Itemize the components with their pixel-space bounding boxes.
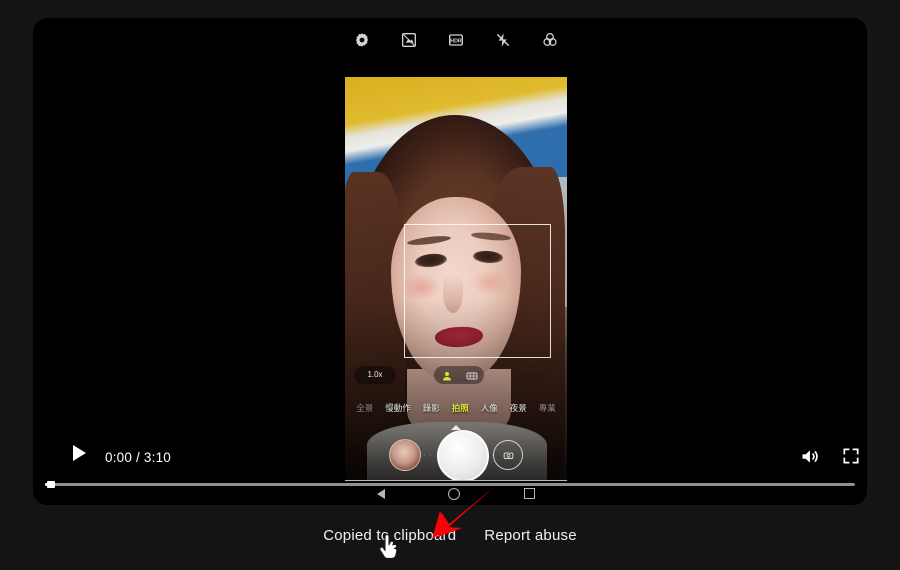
camera-mode-strip[interactable]: 全景 慢動作 錄影 拍照 人像 夜景 專業 <box>345 399 567 417</box>
flash-off-icon <box>495 32 511 48</box>
filters-icon <box>542 32 558 48</box>
fullscreen-icon <box>841 446 861 471</box>
nav-home-button[interactable] <box>448 487 461 500</box>
progress-bar[interactable] <box>45 481 855 488</box>
player-controls-bar: 0:00 / 3:10 <box>33 437 867 479</box>
camera-top-toolbar: HDR <box>345 18 567 62</box>
face-detection-box <box>404 224 551 358</box>
play-button[interactable] <box>73 445 86 461</box>
zoom-level-badge[interactable]: 1.0x <box>354 366 396 384</box>
camera-mode-1[interactable]: 慢動作 <box>385 402 411 414</box>
nav-recents-button[interactable] <box>524 488 536 499</box>
camera-mode-5[interactable]: 夜景 <box>510 402 527 414</box>
play-icon <box>73 445 86 461</box>
grid-effects-icon[interactable] <box>466 369 478 381</box>
portrait-beauty-icon[interactable] <box>441 369 453 381</box>
time-display: 0:00 / 3:10 <box>105 450 172 465</box>
video-frame: HDR 1.0x 全景 慢動作 錄影 拍照 人像 夜景 專業 · · · · <box>345 18 567 505</box>
progress-scrubber[interactable] <box>47 481 55 488</box>
volume-icon <box>799 446 820 472</box>
camera-mode-3[interactable]: 拍照 <box>452 402 469 414</box>
hdr-icon: HDR <box>448 32 464 48</box>
footer-links: Copied to clipboard Report abuse <box>0 527 900 544</box>
nav-back-button[interactable] <box>376 488 385 499</box>
copied-to-clipboard-link[interactable]: Copied to clipboard <box>323 527 456 544</box>
fullscreen-button[interactable] <box>841 446 861 471</box>
camera-chip-row: 1.0x <box>345 366 567 386</box>
page-root: HDR 1.0x 全景 慢動作 錄影 拍照 人像 夜景 專業 · · · · 0… <box>0 0 900 570</box>
svg-text:HDR: HDR <box>450 38 462 44</box>
quick-toggle-chips[interactable] <box>434 366 484 384</box>
camera-preview: 1.0x 全景 慢動作 錄影 拍照 人像 夜景 專業 · · · · <box>345 77 567 480</box>
report-abuse-link[interactable]: Report abuse <box>484 527 576 544</box>
camera-mode-6[interactable]: 專業 <box>539 402 556 414</box>
camera-mode-0[interactable]: 全景 <box>356 402 373 414</box>
footer-area: Copied to clipboard Report abuse <box>0 505 900 570</box>
camera-mode-2[interactable]: 錄影 <box>423 402 440 414</box>
volume-button[interactable] <box>799 446 820 472</box>
timer-icon <box>401 32 417 48</box>
settings-icon <box>354 32 370 48</box>
video-player[interactable]: HDR 1.0x 全景 慢動作 錄影 拍照 人像 夜景 專業 · · · · 0… <box>33 18 867 505</box>
camera-mode-4[interactable]: 人像 <box>481 402 498 414</box>
